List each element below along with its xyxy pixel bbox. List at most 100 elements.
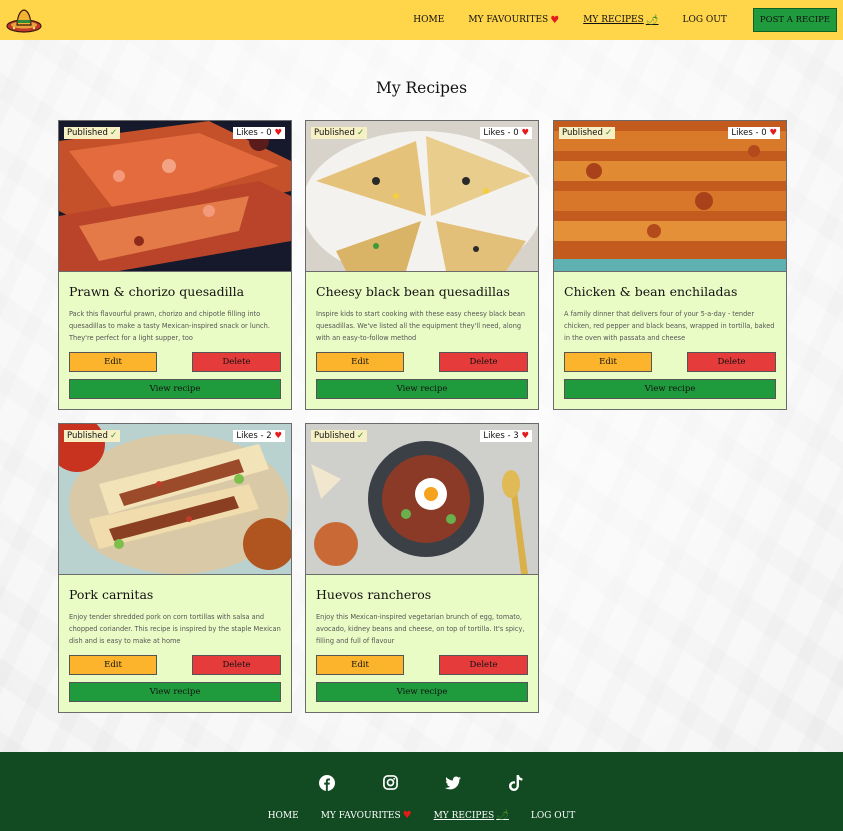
chili-icon: 🌶	[645, 14, 659, 26]
heart-icon: ♥	[769, 128, 777, 138]
recipe-description: Inspire kids to start cooking with these…	[316, 310, 526, 342]
heart-icon: ♥	[521, 431, 529, 441]
heart-icon: ♥	[274, 128, 282, 138]
edit-button[interactable]: Edit	[564, 352, 652, 372]
instagram-icon[interactable]	[382, 774, 399, 791]
recipe-card: Published ✓ Likes - 0 ♥ Chicken & bean en…	[553, 120, 787, 410]
edit-button[interactable]: Edit	[316, 352, 404, 372]
recipe-card: Published ✓ Likes - 0 ♥ Prawn & chorizo q…	[58, 120, 292, 410]
recipe-title: Prawn & chorizo quesadilla	[69, 284, 245, 299]
check-icon: ✓	[604, 128, 613, 138]
recipe-description: Enjoy this Mexican-inspired vegetarian b…	[316, 613, 525, 645]
delete-button[interactable]: Delete	[192, 352, 281, 372]
recipe-card: Published ✓ Likes - 0 ♥ Cheesy black bean…	[305, 120, 539, 410]
facebook-icon[interactable]	[319, 774, 336, 791]
published-label: Published	[67, 431, 108, 441]
recipe-description: Pack this flavourful prawn, chorizo and …	[69, 310, 270, 342]
likes-label: Likes - 2	[236, 431, 272, 441]
footer-my-favourites-label: MY FAVOURITES	[320, 810, 401, 821]
edit-button[interactable]: Edit	[69, 352, 157, 372]
nav-links: HOME MY FAVOURITES ♥ MY RECIPES 🌶 LOG OUT …	[401, 0, 837, 40]
published-badge: Published ✓	[559, 127, 616, 139]
nav-my-favourites[interactable]: MY FAVOURITES ♥	[468, 15, 559, 26]
recipe-card: Published ✓ Likes - 3 ♥ Huevos rancheros …	[305, 423, 539, 713]
likes-label: Likes - 0	[236, 128, 272, 138]
likes-badge: Likes - 3 ♥	[480, 430, 532, 442]
recipe-image[interactable]: Published ✓ Likes - 0 ♥	[554, 121, 786, 271]
recipe-title: Pork carnitas	[69, 587, 154, 602]
view-recipe-button[interactable]: View recipe	[316, 379, 528, 399]
recipe-card: Published ✓ Likes - 2 ♥ Pork carnitas Enj…	[58, 423, 292, 713]
heart-icon: ♥	[402, 810, 412, 821]
recipe-image[interactable]: Published ✓ Likes - 2 ♥	[59, 424, 291, 574]
likes-badge: Likes - 0 ♥	[233, 127, 285, 139]
recipe-image[interactable]: Published ✓ Likes - 0 ♥	[306, 121, 538, 271]
footer-home[interactable]: HOME	[268, 810, 299, 821]
check-icon: ✓	[356, 128, 365, 138]
recipe-description: A family dinner that delivers four of yo…	[564, 310, 775, 342]
recipe-image[interactable]: Published ✓ Likes - 3 ♥	[306, 424, 538, 574]
likes-label: Likes - 3	[483, 431, 519, 441]
nav-my-recipes-label: MY RECIPES	[583, 15, 644, 25]
delete-button[interactable]: Delete	[439, 352, 528, 372]
heart-icon: ♥	[274, 431, 282, 441]
twitter-icon[interactable]	[445, 774, 462, 791]
footer-log-out-label: LOG OUT	[530, 810, 576, 821]
recipe-description: Enjoy tender shredded pork on corn torti…	[69, 613, 281, 645]
published-badge: Published ✓	[311, 127, 368, 139]
published-label: Published	[67, 128, 108, 138]
likes-label: Likes - 0	[731, 128, 767, 138]
nav-home[interactable]: HOME	[413, 15, 444, 25]
delete-button[interactable]: Delete	[439, 655, 528, 675]
likes-badge: Likes - 0 ♥	[480, 127, 532, 139]
likes-badge: Likes - 2 ♥	[233, 430, 285, 442]
delete-button[interactable]: Delete	[687, 352, 776, 372]
footer-links: HOME MY FAVOURITES ♥ MY RECIPES 🌶 LOG OUT	[0, 810, 843, 821]
edit-button[interactable]: Edit	[316, 655, 404, 675]
view-recipe-button[interactable]: View recipe	[69, 379, 281, 399]
recipe-title: Chicken & bean enchiladas	[564, 284, 738, 299]
likes-label: Likes - 0	[483, 128, 519, 138]
footer-log-out[interactable]: LOG OUT	[531, 810, 575, 821]
published-badge: Published ✓	[64, 430, 121, 442]
check-icon: ✓	[109, 128, 118, 138]
card-body: Huevos rancheros Enjoy this Mexican-insp…	[306, 574, 538, 712]
check-icon: ✓	[356, 431, 365, 441]
heart-icon: ♥	[521, 128, 529, 138]
footer-my-favourites[interactable]: MY FAVOURITES ♥	[321, 810, 412, 821]
published-badge: Published ✓	[64, 127, 121, 139]
view-recipe-button[interactable]: View recipe	[316, 682, 528, 702]
card-body: Chicken & bean enchiladas A family dinne…	[554, 271, 786, 409]
edit-button[interactable]: Edit	[69, 655, 157, 675]
footer-home-label: HOME	[267, 810, 299, 821]
heart-icon: ♥	[550, 14, 560, 26]
nav-log-out[interactable]: LOG OUT	[683, 15, 727, 25]
post-recipe-button[interactable]: POST A RECIPE	[752, 8, 837, 32]
card-body: Prawn & chorizo quesadilla Pack this fla…	[59, 271, 291, 409]
page-title: My Recipes	[375, 79, 468, 97]
check-icon: ✓	[109, 431, 118, 441]
nav-log-out-label: LOG OUT	[682, 15, 727, 25]
published-label: Published	[314, 128, 355, 138]
sombrero-logo-icon[interactable]	[6, 5, 42, 35]
view-recipe-button[interactable]: View recipe	[564, 379, 776, 399]
recipe-image[interactable]: Published ✓ Likes - 0 ♥	[59, 121, 291, 271]
footer-my-recipes[interactable]: MY RECIPES 🌶	[434, 810, 509, 821]
delete-button[interactable]: Delete	[192, 655, 281, 675]
nav-my-recipes[interactable]: MY RECIPES 🌶	[583, 15, 658, 26]
nav-home-label: HOME	[413, 15, 445, 25]
recipe-title: Huevos rancheros	[316, 587, 432, 602]
published-badge: Published ✓	[311, 430, 368, 442]
tiktok-icon[interactable]	[508, 774, 525, 791]
nav-my-favourites-label: MY FAVOURITES	[468, 15, 549, 25]
published-label: Published	[314, 431, 355, 441]
card-body: Pork carnitas Enjoy tender shredded pork…	[59, 574, 291, 712]
card-body: Cheesy black bean quesadillas Inspire ki…	[306, 271, 538, 409]
view-recipe-button[interactable]: View recipe	[69, 682, 281, 702]
navbar: HOME MY FAVOURITES ♥ MY RECIPES 🌶 LOG OUT …	[0, 0, 843, 40]
social-links	[0, 774, 843, 791]
published-label: Published	[562, 128, 603, 138]
footer: HOME MY FAVOURITES ♥ MY RECIPES 🌶 LOG OUT	[0, 752, 843, 831]
chili-icon: 🌶	[496, 810, 509, 821]
recipe-title: Cheesy black bean quesadillas	[316, 284, 510, 299]
